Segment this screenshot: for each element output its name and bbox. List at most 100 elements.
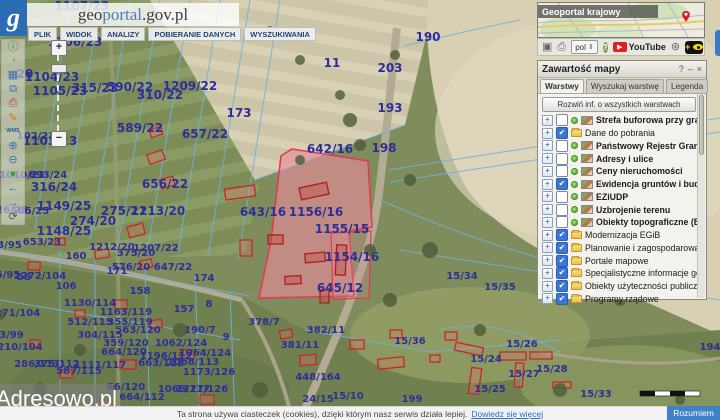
layer-checkbox[interactable] (556, 140, 568, 152)
expand-icon[interactable]: + (542, 191, 553, 202)
raster-layer-icon (581, 180, 593, 189)
zoom-out-icon[interactable]: ⊖ (2, 154, 24, 168)
expand-icon[interactable]: + (542, 268, 553, 279)
forward-icon[interactable]: → (2, 196, 24, 210)
cookie-accept-button[interactable]: Rozumiem (667, 406, 720, 420)
screen-share-icon[interactable]: ⧉ (2, 83, 24, 97)
panel-close-icon[interactable]: × (697, 65, 702, 74)
layer-label[interactable]: Ewidencja gruntów i budynków (596, 179, 697, 189)
panel-minimize-icon[interactable]: – (688, 65, 693, 74)
layer-checkbox[interactable] (556, 153, 568, 165)
expand-icon[interactable]: + (542, 281, 553, 292)
layout-icon[interactable]: ▣ (542, 42, 552, 53)
expand-icon[interactable]: + (542, 140, 553, 151)
tab-warstwy[interactable]: Warstwy (540, 79, 584, 93)
layer-checkbox[interactable] (556, 191, 568, 203)
raster-layer-icon (581, 154, 593, 163)
youtube-link[interactable]: ▶ YouTube (613, 42, 666, 52)
layer-label[interactable]: Programy rządowe (585, 294, 659, 304)
layer-label[interactable]: Ceny nieruchomości (596, 166, 683, 176)
folder-icon (571, 269, 582, 277)
layer-label[interactable]: Obiekty topograficzne (BDOT500) (596, 217, 697, 227)
zoom-in-icon[interactable]: ⊕ (2, 139, 24, 153)
menu-widok[interactable]: WIDOK (60, 27, 98, 41)
back-icon[interactable]: ← (2, 182, 24, 196)
panel-scrollbar[interactable] (697, 94, 705, 298)
language-select[interactable]: pol ⇕ (571, 40, 598, 54)
expand-icon[interactable]: + (542, 242, 553, 253)
geoportal-logo[interactable]: g (0, 0, 27, 36)
layer-checkbox[interactable]: ✔ (556, 242, 568, 254)
history-icon[interactable]: ◔ (2, 54, 24, 68)
layer-checkbox[interactable] (556, 204, 568, 216)
expand-icon[interactable]: + (542, 204, 553, 215)
table-icon[interactable]: ▦ (2, 68, 24, 82)
layer-label[interactable]: Dane do pobrania (585, 128, 655, 138)
layer-row: + Adresy i ulice (538, 152, 697, 165)
expand-icon[interactable]: + (542, 128, 553, 139)
refresh-icon[interactable]: ⟳ (2, 210, 24, 224)
layer-checkbox[interactable]: ✔ (556, 267, 568, 279)
zoom-in-button[interactable]: + (51, 40, 67, 56)
language-value: pol (575, 43, 586, 52)
layer-label[interactable]: Portale mapowe (585, 256, 649, 266)
panel-collapse-tab[interactable] (715, 30, 720, 56)
info-icon[interactable]: ⓘ (2, 40, 24, 54)
globe-icon[interactable]: ● (2, 168, 24, 182)
layer-checkbox[interactable]: ✔ (556, 229, 568, 241)
expand-icon[interactable]: + (542, 217, 553, 228)
help-button[interactable]: ? (603, 42, 608, 53)
settings-icon[interactable]: ⊛ (671, 42, 680, 53)
cookie-learn-more-link[interactable]: Dowiedz się więcej (471, 409, 543, 419)
scrollbar-thumb[interactable] (699, 95, 704, 155)
layer-status-dot (571, 219, 578, 226)
layer-label[interactable]: Obiekty użyteczności publicznej (585, 281, 697, 291)
layer-checkbox[interactable]: ✔ (556, 293, 568, 305)
layer-checkbox[interactable] (556, 165, 568, 177)
contrast-toggle[interactable]: + (685, 41, 703, 54)
print-icon[interactable]: ⎙ (2, 97, 24, 111)
layer-label[interactable]: Państwowy Rejestr Granic (596, 141, 697, 151)
expand-icon[interactable]: + (542, 255, 553, 266)
raster-layer-icon (581, 205, 593, 214)
menu-pobieranie-danych[interactable]: POBIERANIE DANYCH (148, 27, 241, 41)
layer-label[interactable]: Specjalistyczne informacje geodezyjne (585, 268, 697, 278)
panel-header[interactable]: Zawartość mapy ? – × (538, 61, 706, 78)
layer-checkbox[interactable]: ✔ (556, 178, 568, 190)
expand-icon[interactable]: + (542, 230, 553, 241)
title-portal: portal (102, 5, 142, 25)
layer-label[interactable]: Modernizacja EGiB (585, 230, 660, 240)
expand-icon[interactable]: + (542, 166, 553, 177)
menu-wyszukiwania[interactable]: WYSZUKIWANIA (244, 27, 316, 41)
draw-icon[interactable]: ✎ (2, 111, 24, 125)
layer-checkbox[interactable] (556, 114, 568, 126)
overview-minimap[interactable]: Geoportal krajowy (537, 2, 705, 38)
layer-label[interactable]: Uzbrojenie terenu (596, 205, 670, 215)
raster-layer-icon (581, 167, 593, 176)
folder-icon (571, 231, 582, 239)
expand-icon[interactable]: + (542, 293, 553, 304)
zoom-slider-handle[interactable] (51, 64, 67, 73)
expand-icon[interactable]: + (542, 153, 553, 164)
tab-wyszukaj-warstwę[interactable]: Wyszukaj warstwę (586, 79, 664, 93)
tab-legenda[interactable]: Legenda (666, 79, 708, 93)
layer-checkbox[interactable] (556, 216, 568, 228)
panel-help-icon[interactable]: ? (679, 65, 684, 74)
printer-icon[interactable]: ⎙ (557, 42, 566, 53)
expand-icon[interactable]: + (542, 179, 553, 190)
expand-icon[interactable]: + (542, 115, 553, 126)
layer-checkbox[interactable]: ✔ (556, 127, 568, 139)
menu-plik[interactable]: PLIK (28, 27, 57, 41)
youtube-play-icon: ▶ (613, 42, 627, 52)
layer-checkbox[interactable]: ✔ (556, 255, 568, 267)
menu-analizy[interactable]: ANALIZY (101, 27, 146, 41)
layer-label[interactable]: Planowanie i zagospodarowanie przestrzen… (585, 243, 697, 253)
expand-all-layers-button[interactable]: Rozwiń inf. o wszystkich warstwach (542, 97, 696, 112)
zoom-out-button[interactable]: − (51, 131, 67, 147)
wms-icon[interactable]: WMS (2, 125, 24, 139)
layer-label[interactable]: EZiUDP (596, 192, 628, 202)
folder-icon (571, 295, 582, 303)
layer-label[interactable]: Strefa buforowa przy granicy polsko-biał… (596, 115, 697, 125)
layer-label[interactable]: Adresy i ulice (596, 154, 653, 164)
layer-checkbox[interactable]: ✔ (556, 280, 568, 292)
